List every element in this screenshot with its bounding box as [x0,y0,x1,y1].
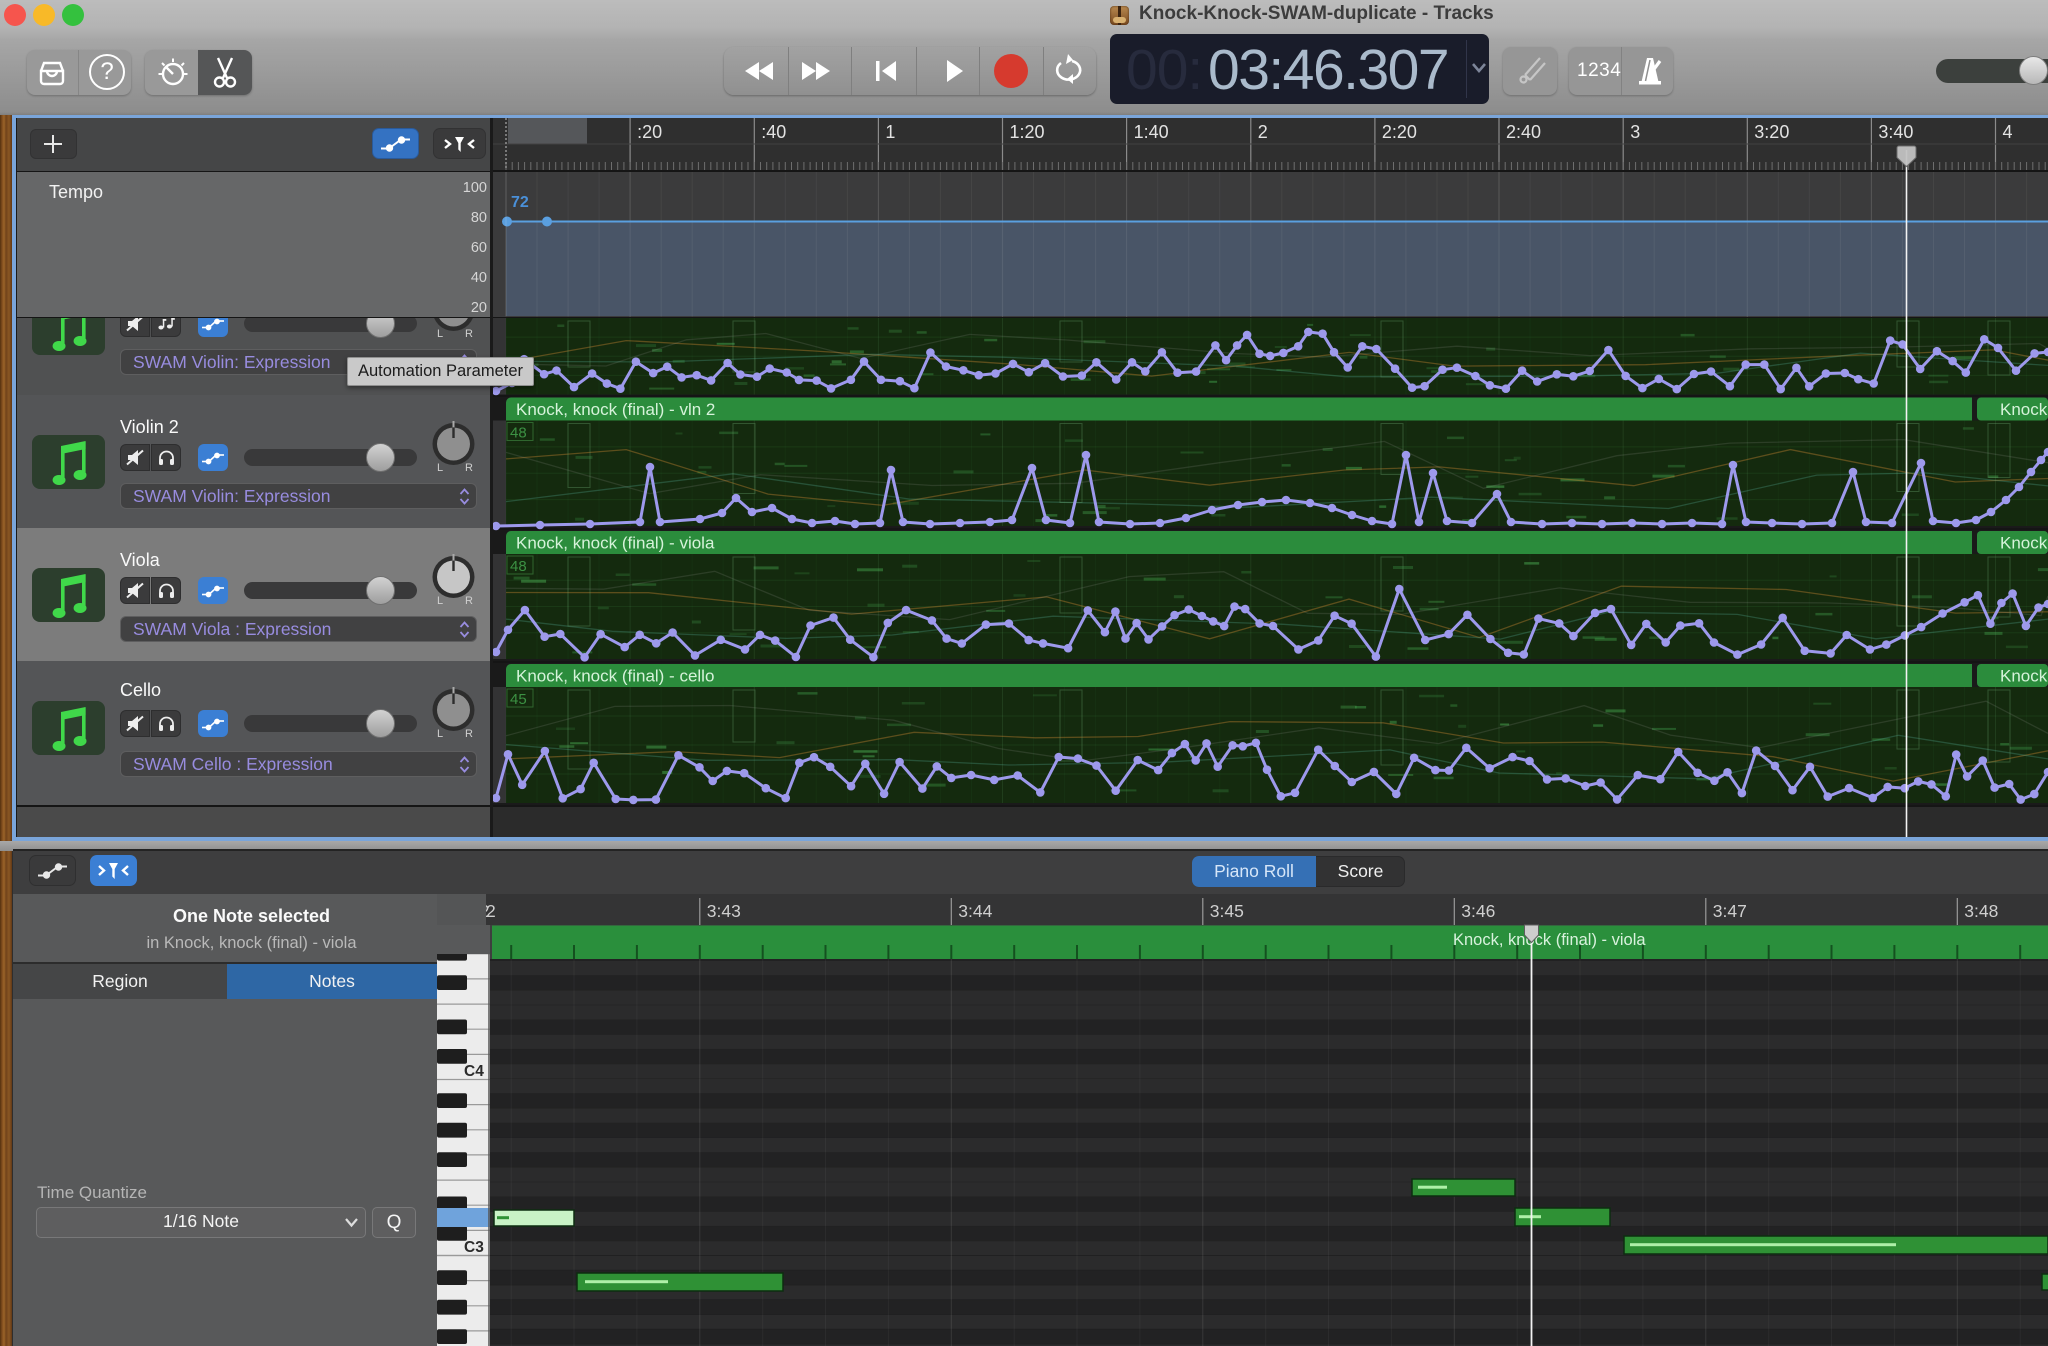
svg-text:Knock, k: Knock, k [2000,400,2048,419]
svg-text:L: L [437,328,443,340]
svg-text:1:40: 1:40 [1134,122,1169,142]
svg-text:4: 4 [2003,122,2013,142]
svg-text:3:20: 3:20 [1754,122,1789,142]
svg-text:L: L [437,595,443,607]
svg-text:48: 48 [510,558,527,575]
svg-text:Knock, knock (final) - viola: Knock, knock (final) - viola [516,534,715,553]
svg-text:1:20: 1:20 [1010,122,1045,142]
svg-text:3:46: 3:46 [1461,901,1495,921]
svg-text:72: 72 [511,194,529,211]
svg-text:3: 3 [1630,122,1640,142]
svg-text:45: 45 [510,691,527,708]
svg-text:R: R [465,462,473,474]
svg-text:C3: C3 [464,1239,484,1256]
svg-text:2: 2 [486,901,496,921]
svg-text:Knock, knock (final) - vln 2: Knock, knock (final) - vln 2 [516,400,715,419]
svg-text:L: L [437,728,443,740]
svg-text:R: R [465,595,473,607]
svg-text:1: 1 [885,122,895,142]
svg-text:Knock, k: Knock, k [2000,667,2048,686]
svg-text:Knock, knock (final) - cello: Knock, knock (final) - cello [516,667,714,686]
svg-text:3:47: 3:47 [1713,901,1747,921]
svg-text:48: 48 [510,425,527,442]
svg-text:Knock, k: Knock, k [2000,534,2048,553]
svg-text:Knock, knock (final) - viola: Knock, knock (final) - viola [1453,931,1646,949]
svg-text:3:40: 3:40 [1878,122,1913,142]
svg-text:2: 2 [1258,122,1268,142]
svg-text:C4: C4 [464,1063,484,1080]
svg-text:3:48: 3:48 [1964,901,1998,921]
svg-text:R: R [465,728,473,740]
svg-text:L: L [437,462,443,474]
svg-text:3:43: 3:43 [707,901,741,921]
svg-text::40: :40 [761,122,786,142]
svg-text:3:45: 3:45 [1210,901,1244,921]
svg-text:R: R [465,328,473,340]
svg-text:2:20: 2:20 [1382,122,1417,142]
svg-text:2:40: 2:40 [1506,122,1541,142]
svg-text::20: :20 [637,122,662,142]
svg-text:3:44: 3:44 [958,901,992,921]
